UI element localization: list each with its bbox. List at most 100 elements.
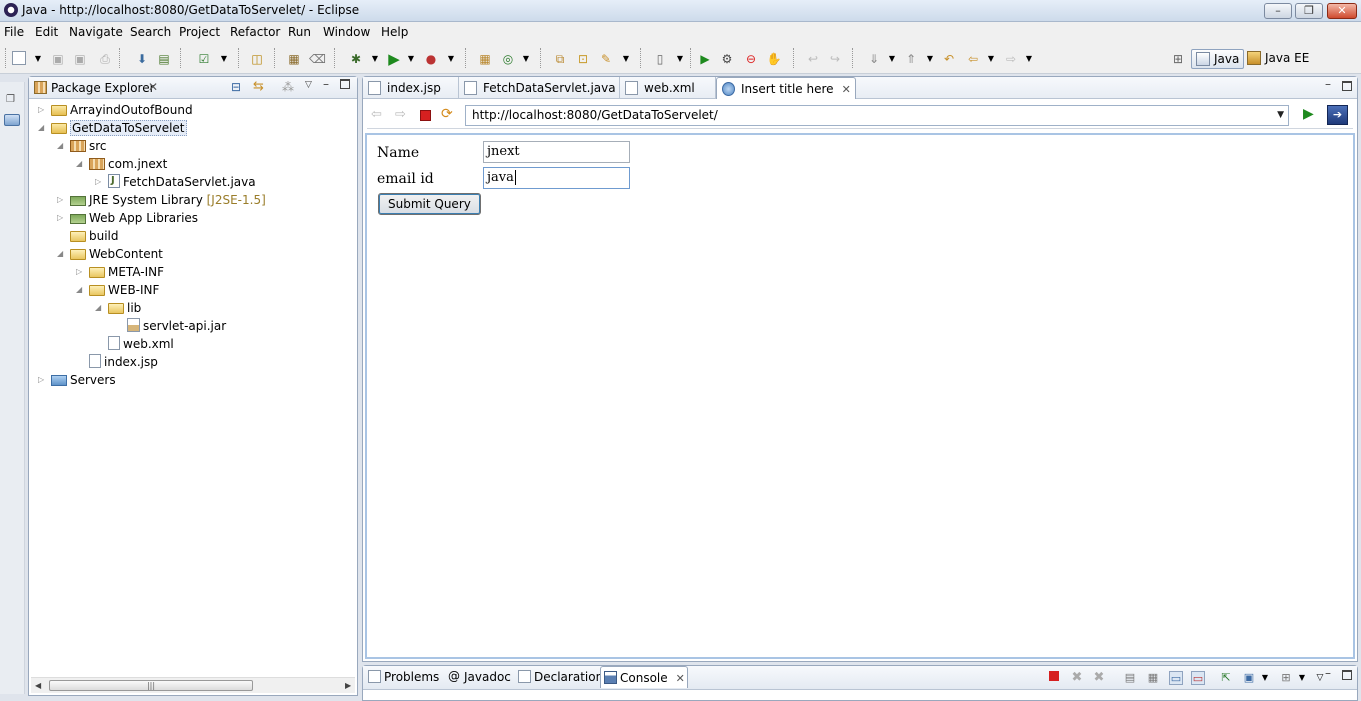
run-dropdown-icon[interactable]: ▼ [403, 51, 419, 67]
print-icon[interactable]: ⎙ [97, 51, 113, 67]
annotation-dropdown-icon[interactable]: ▼ [672, 51, 688, 67]
view-menu-icon[interactable]: ▽ [305, 80, 312, 90]
tree-item[interactable]: ◢ lib [95, 299, 141, 317]
annotation-icon[interactable]: ▯ [652, 51, 668, 67]
new-dropdown-icon[interactable]: ▼ [30, 51, 46, 67]
task-icon[interactable]: ☑ [196, 51, 212, 67]
disconnect-icon[interactable]: ✋ [766, 51, 782, 67]
collapse-icon[interactable]: ◢ [95, 304, 103, 312]
minimized-view-icon[interactable] [4, 114, 20, 126]
maximize-console-icon[interactable] [1342, 670, 1352, 680]
submit-query-button[interactable]: Submit Query [378, 193, 481, 215]
resume-icon[interactable]: ▶ [697, 51, 713, 67]
expand-icon[interactable]: ▷ [57, 214, 65, 222]
tree-item[interactable]: ◢ com.jnext [76, 155, 167, 173]
tree-item[interactable]: ◢ WebContent [57, 245, 163, 263]
web-service-icon[interactable]: ◎ [500, 51, 516, 67]
tab-javadoc[interactable]: @ Javadoc [445, 666, 511, 688]
build-icon[interactable]: ⬇ [134, 51, 150, 67]
menu-navigate[interactable]: Navigate [69, 25, 123, 39]
close-button[interactable]: ✕ [1327, 3, 1357, 19]
email-input[interactable]: java [483, 167, 630, 189]
expand-icon[interactable]: ▷ [76, 268, 84, 276]
back-dropdown-icon[interactable]: ▼ [983, 51, 999, 67]
remove-launch-icon[interactable]: ✖ [1070, 671, 1084, 685]
tab-console[interactable]: Console ✕ [600, 666, 688, 688]
task-dropdown-icon[interactable]: ▼ [216, 51, 232, 67]
menu-file[interactable]: File [4, 25, 24, 39]
tree-item[interactable]: ▷ META-INF [76, 263, 164, 281]
next-annotation-icon[interactable]: ⇓ [866, 51, 882, 67]
save-all-icon[interactable]: ▣ [72, 51, 88, 67]
maximize-button[interactable]: ❐ [1295, 3, 1323, 19]
name-input[interactable]: jnext [483, 141, 630, 163]
browser-go-icon[interactable]: ▶ [1303, 106, 1314, 122]
minimize-console-icon[interactable]: – [1325, 666, 1331, 680]
tree-item[interactable]: ▷ Web App Libraries [57, 209, 198, 227]
open-console-dropdown-icon[interactable]: ▼ [1295, 671, 1309, 685]
tree-item-selected[interactable]: ◢ GetDataToServelet [38, 119, 187, 137]
collapse-icon[interactable]: ◢ [38, 124, 46, 132]
tab-declaration[interactable]: Declaration [515, 666, 603, 688]
close-tab-icon[interactable]: ✕ [842, 79, 851, 101]
tree-item[interactable]: ▷ FetchDataServlet.java [95, 172, 256, 191]
pin-console-icon[interactable]: ⇱ [1219, 671, 1233, 685]
browser-back-icon[interactable]: ⇦ [371, 107, 382, 122]
close-view-icon[interactable]: ✕ [148, 80, 158, 94]
tree-item[interactable]: build [58, 227, 119, 245]
show-on-stdout-icon[interactable]: ▭ [1169, 671, 1183, 685]
tab-index-jsp[interactable]: index.jsp [363, 77, 459, 99]
menu-window[interactable]: Window [323, 25, 370, 39]
browser-refresh-icon[interactable]: ⟳ [441, 106, 453, 122]
open-type-icon[interactable]: ◫ [249, 51, 265, 67]
debug-icon[interactable]: ✱ [348, 51, 364, 67]
tree-item[interactable]: ▷ Servers [38, 371, 116, 389]
display-console-dropdown-icon[interactable]: ▼ [1258, 671, 1272, 685]
close-console-icon[interactable]: ✕ [676, 672, 685, 685]
open-folder-icon[interactable]: ⧉ [552, 51, 568, 67]
prev-annotation-dropdown-icon[interactable]: ▼ [922, 51, 938, 67]
terminate-icon[interactable]: ⊖ [743, 51, 759, 67]
tree-item[interactable]: ▷ ArrayindOutofBound [38, 101, 193, 119]
terminate-icon[interactable] [1049, 671, 1059, 681]
url-input[interactable]: http://localhost:8080/GetDataToServelet/… [465, 105, 1289, 126]
next-annotation-dropdown-icon[interactable]: ▼ [884, 51, 900, 67]
browser-stop-icon[interactable] [420, 110, 431, 121]
suspend-icon[interactable]: ⚙ [719, 51, 735, 67]
tab-web-xml[interactable]: web.xml [620, 77, 716, 99]
minimize-view-icon[interactable]: – [323, 77, 329, 91]
new-icon[interactable] [12, 51, 26, 65]
tree-item[interactable]: index.jsp [77, 353, 158, 371]
search-icon[interactable]: ✎ [598, 51, 614, 67]
scroll-left-icon[interactable]: ◀ [35, 681, 41, 690]
menu-refactor[interactable]: Refactor [230, 25, 280, 39]
prev-annotation-icon[interactable]: ⇑ [903, 51, 919, 67]
scrollbar-thumb[interactable]: ||| [49, 680, 253, 691]
external-tools-dropdown-icon[interactable]: ▼ [443, 51, 459, 67]
display-console-icon[interactable]: ▣ [1242, 671, 1256, 685]
minimize-button[interactable]: – [1264, 3, 1292, 19]
new-class-icon[interactable]: ⌫ [309, 51, 326, 67]
last-edit-icon[interactable]: ↶ [941, 51, 957, 67]
link-with-editor-icon[interactable]: ⇆ [253, 79, 264, 94]
clear-console-icon[interactable]: ▤ [1123, 671, 1137, 685]
tab-fetchdataservlet-java[interactable]: FetchDataServlet.java [459, 77, 620, 99]
terminal-icon[interactable]: ▤ [156, 51, 172, 67]
scroll-lock-icon[interactable]: ▦ [1146, 671, 1160, 685]
menu-project[interactable]: Project [179, 25, 220, 39]
open-perspective-icon[interactable]: ⊞ [1170, 51, 1186, 67]
new-package-icon[interactable]: ▦ [286, 51, 302, 67]
collapse-icon[interactable]: ◢ [76, 286, 84, 294]
tree-item[interactable]: ◢ src [57, 137, 107, 155]
open-resource-icon[interactable]: ⊡ [575, 51, 591, 67]
collapse-icon[interactable]: ◢ [57, 142, 65, 150]
show-on-stderr-icon[interactable]: ▭ [1191, 671, 1205, 685]
tree-item[interactable]: servlet-api.jar [115, 317, 226, 335]
browser-forward-icon[interactable]: ⇨ [395, 107, 406, 122]
save-icon[interactable]: ▣ [50, 51, 66, 67]
forward-dropdown-icon[interactable]: ▼ [1021, 51, 1037, 67]
maximize-editor-icon[interactable] [1342, 81, 1352, 91]
expand-icon[interactable]: ▷ [95, 178, 103, 186]
web-service-dropdown-icon[interactable]: ▼ [518, 51, 534, 67]
remove-all-launches-icon[interactable]: ✖ [1092, 671, 1106, 685]
